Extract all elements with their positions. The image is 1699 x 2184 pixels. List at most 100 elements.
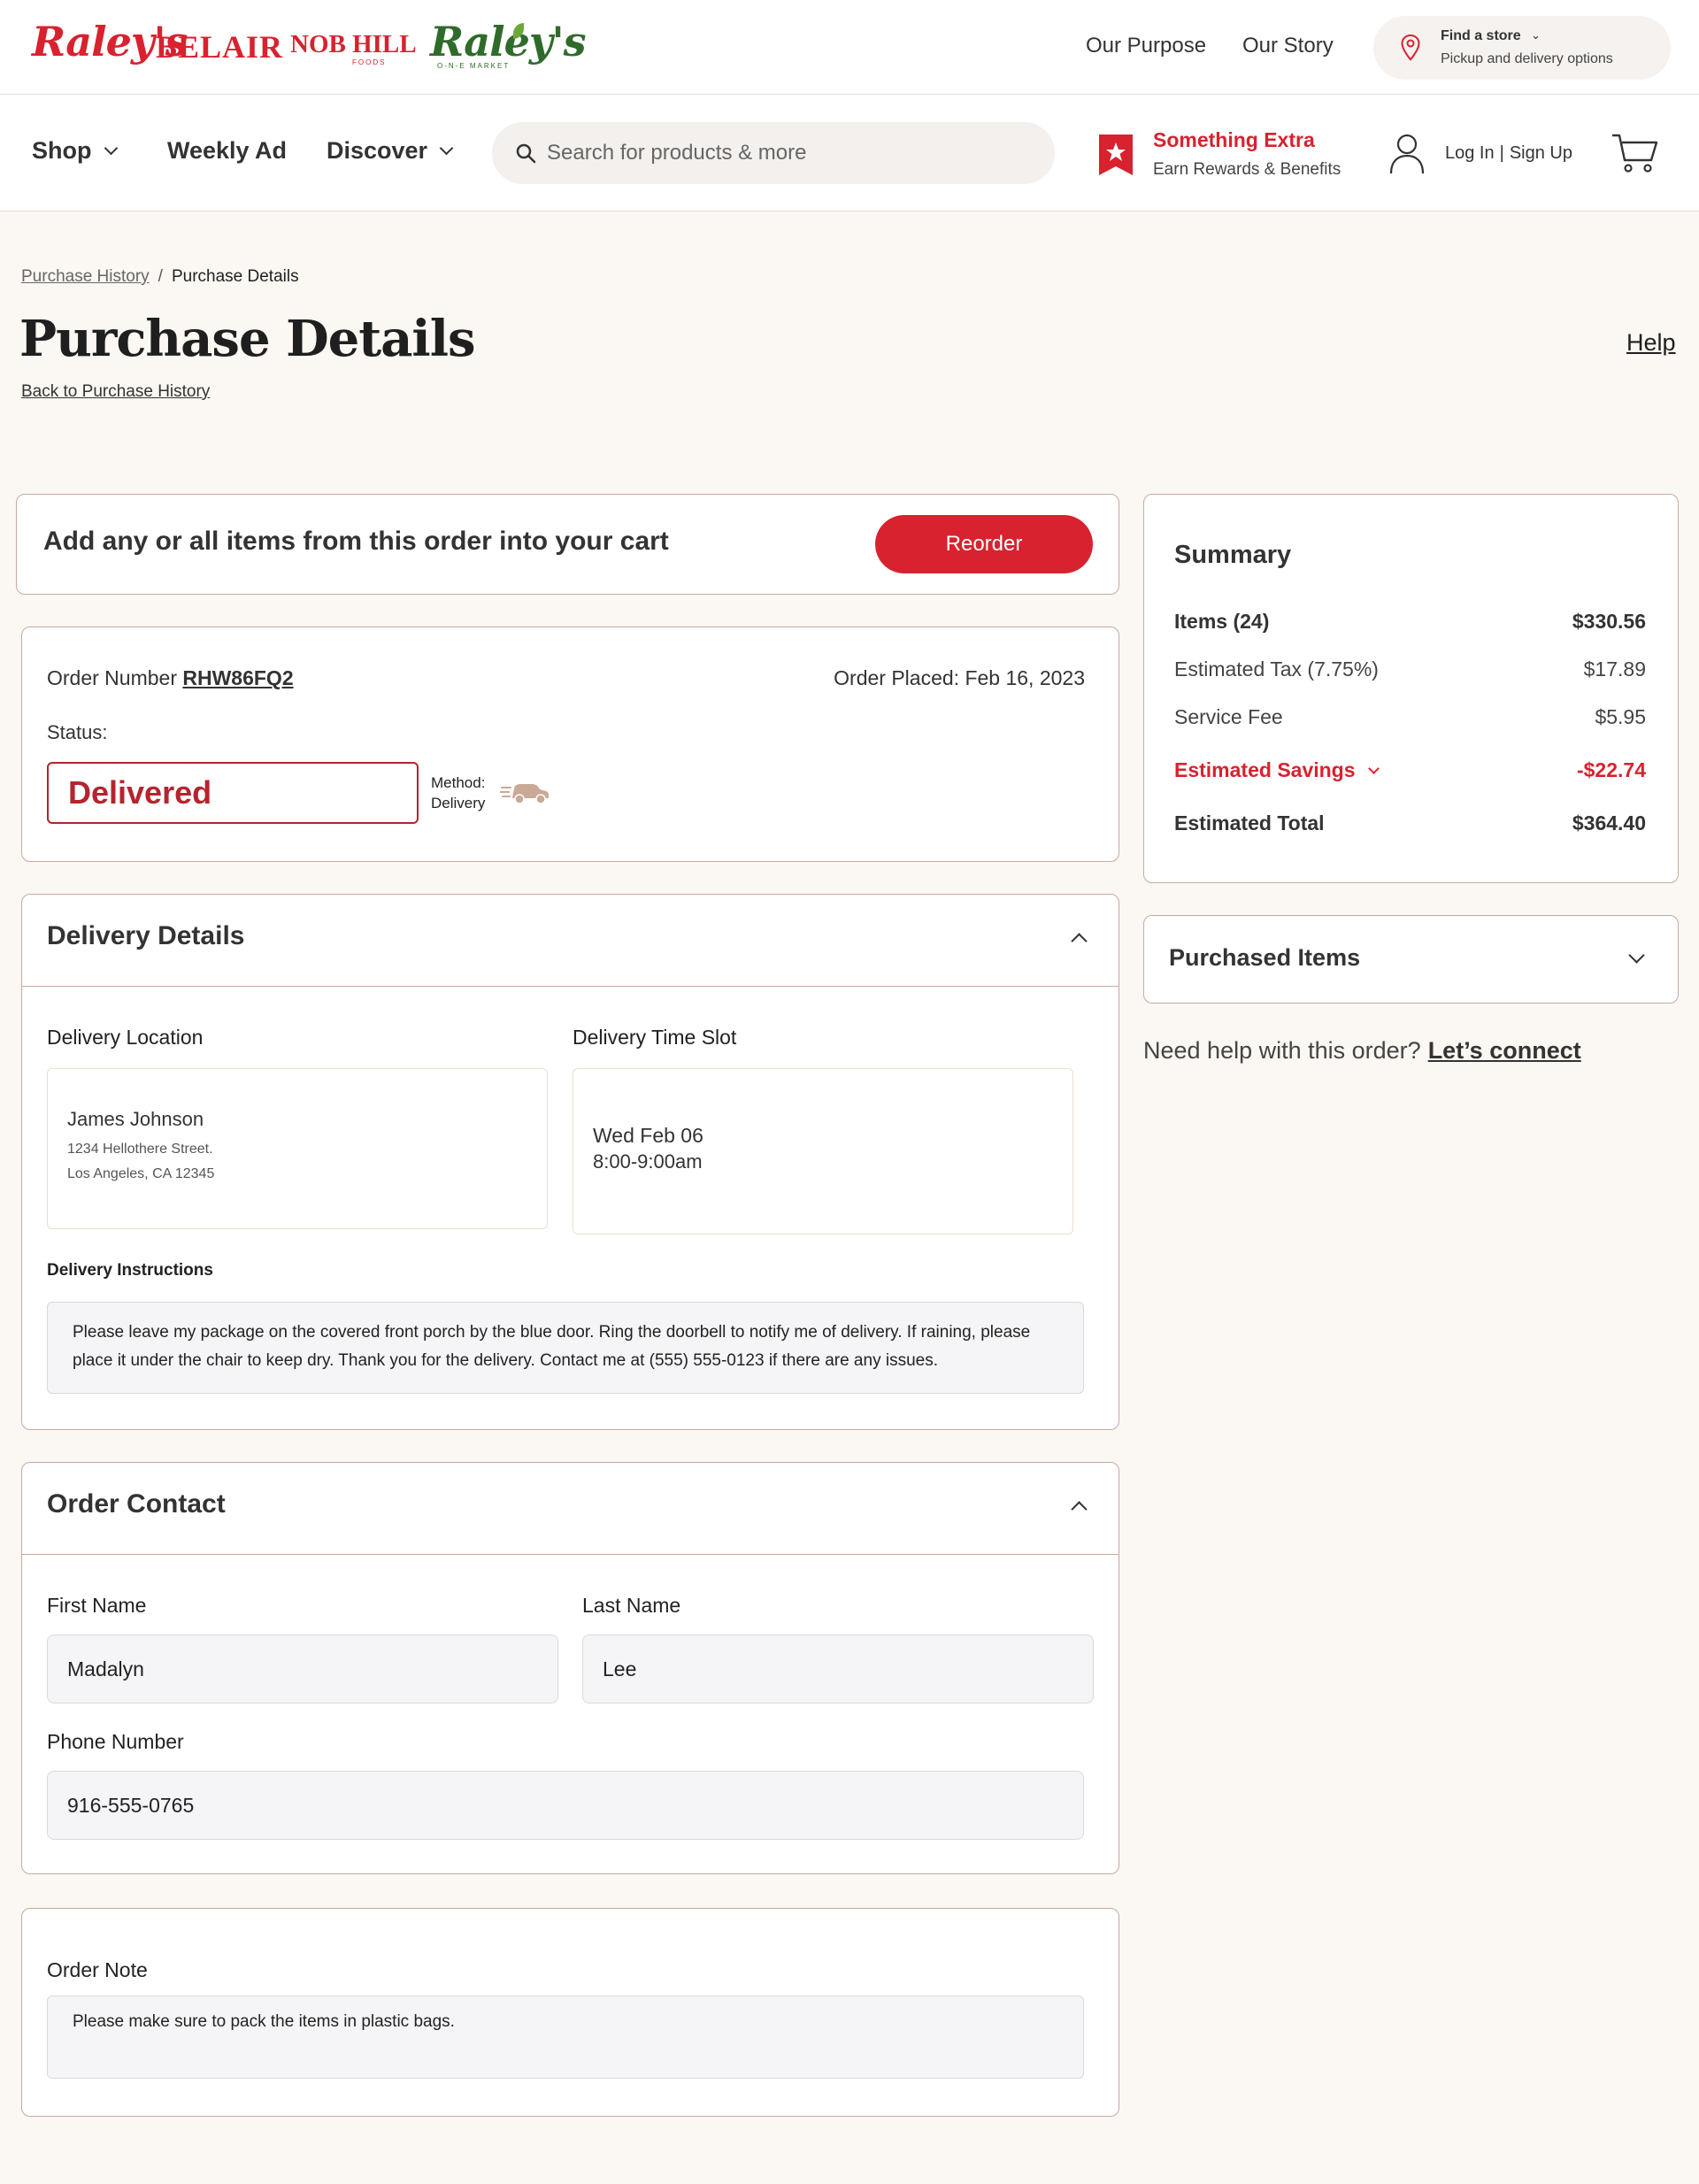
find-store-label: Find a store [1441, 28, 1521, 43]
chevron-up-icon[interactable] [1071, 933, 1088, 950]
breadcrumb-current: Purchase Details [171, 267, 299, 286]
total-label: Estimated Total [1174, 811, 1325, 834]
delivery-time-slot-label: Delivery Time Slot [573, 1026, 737, 1049]
last-name-label: Last Name [582, 1594, 681, 1617]
auth-divider: | [1499, 143, 1504, 163]
delivery-address-box: James Johnson 1234 Hellothere Street. Lo… [47, 1068, 548, 1229]
summary-savings-row[interactable]: Estimated Savings -$22.74 [1174, 758, 1646, 785]
order-placed-date: Order Placed: Feb 16, 2023 [834, 666, 1085, 689]
order-info-card: Order Number RHW86FQ2 Order Placed: Feb … [21, 627, 1119, 862]
search-icon[interactable] [515, 142, 536, 164]
summary-tax-row: Estimated Tax (7.75%) $17.89 [1174, 658, 1646, 684]
reorder-button[interactable]: Reorder [875, 515, 1093, 573]
phone-number-field[interactable]: 916-555-0765 [47, 1771, 1084, 1840]
help-link[interactable]: Help [1626, 329, 1676, 357]
lets-connect-link[interactable]: Let’s connect [1428, 1037, 1581, 1064]
delivery-instructions-field[interactable]: Please leave my package on the covered f… [47, 1302, 1084, 1394]
back-to-history-link[interactable]: Back to Purchase History [21, 382, 210, 402]
delivery-car-icon [500, 784, 549, 804]
address-line-2: Los Angeles, CA 12345 [67, 1166, 215, 1181]
delivery-instructions-label: Delivery Instructions [47, 1261, 213, 1280]
delivery-details-card: Delivery Details Delivery Location James… [21, 894, 1119, 1430]
store-subtitle: Pickup and delivery options [1441, 51, 1613, 66]
one-market-logo-subtitle: O-N-E MARKET [437, 62, 511, 70]
savings-value: -$22.74 [1576, 758, 1646, 781]
tax-label: Estimated Tax (7.75%) [1174, 658, 1379, 681]
discover-menu[interactable]: Discover [327, 137, 454, 165]
time-slot-hours: 8:00-9:00am [593, 1150, 703, 1173]
chevron-down-icon [104, 141, 118, 156]
status-value: Delivered [68, 774, 212, 811]
status-label: Status: [47, 721, 108, 743]
order-number-label: Order Number [47, 666, 177, 689]
savings-toggle[interactable]: Estimated Savings [1174, 758, 1380, 782]
items-count-label: Items (24) [1174, 610, 1270, 633]
address-line-1: 1234 Hellothere Street. [67, 1142, 213, 1157]
help-prompt-text: Need help with this order? [1143, 1037, 1421, 1064]
summary-items-row: Items (24) $330.56 [1174, 610, 1646, 636]
nob-hill-logo[interactable]: NOB HILL [290, 30, 417, 59]
last-name-field[interactable]: Lee [582, 1634, 1094, 1703]
breadcrumb: Purchase History / Purchase Details [21, 267, 299, 287]
find-store-button[interactable]: Find a store ⌄ Pickup and delivery optio… [1373, 16, 1671, 80]
chevron-down-icon: ⌄ [1531, 28, 1541, 42]
main-nav: Shop Weekly Ad Discover Something Extra … [0, 95, 1699, 211]
total-value: $364.40 [1572, 811, 1646, 834]
search-input[interactable] [547, 122, 1042, 184]
status-badge: Delivered [47, 762, 419, 824]
signup-link[interactable]: Sign Up [1510, 143, 1572, 163]
chevron-down-icon [439, 141, 454, 156]
delivery-location-label: Delivery Location [47, 1026, 204, 1049]
chevron-down-icon[interactable] [1628, 947, 1645, 964]
delivery-method: Method: Delivery [431, 773, 485, 813]
recipient-name: James Johnson [67, 1108, 204, 1130]
our-story-link[interactable]: Our Story [1242, 34, 1334, 58]
top-bar: Raley's BELAIR NOB HILL FOODS Raley's O-… [0, 0, 1699, 95]
service-fee-label: Service Fee [1174, 705, 1283, 728]
nob-hill-logo-subtitle: FOODS [352, 58, 387, 66]
cart-icon[interactable] [1611, 132, 1658, 174]
belair-logo[interactable]: BELAIR [156, 28, 283, 65]
raleys-one-market-logo[interactable]: Raley's [430, 18, 587, 65]
order-summary-card: Summary Items (24) $330.56 Estimated Tax… [1143, 494, 1679, 883]
method-label: Method: [431, 774, 486, 791]
order-number-link[interactable]: RHW86FQ2 [182, 666, 293, 689]
order-note-field[interactable]: Please make sure to pack the items in pl… [47, 1996, 1084, 2079]
items-subtotal: $330.56 [1572, 610, 1646, 633]
something-extra-link[interactable]: Something Extra [1153, 128, 1315, 152]
service-fee-value: $5.95 [1595, 705, 1646, 728]
first-name-label: First Name [47, 1594, 147, 1617]
search-bar [492, 122, 1055, 184]
breadcrumb-purchase-history[interactable]: Purchase History [21, 267, 150, 286]
order-number-row: Order Number RHW86FQ2 [47, 666, 294, 690]
weekly-ad-link[interactable]: Weekly Ad [167, 137, 287, 165]
phone-number-label: Phone Number [47, 1730, 184, 1753]
first-name-field[interactable]: Madalyn [47, 1634, 558, 1703]
summary-total-row: Estimated Total $364.40 [1174, 811, 1646, 838]
order-note-card: Order Note Please make sure to pack the … [21, 1908, 1119, 2117]
order-contact-title: Order Contact [47, 1489, 226, 1519]
purchased-items-accordion[interactable]: Purchased Items [1143, 915, 1679, 1004]
our-purpose-link[interactable]: Our Purpose [1086, 34, 1206, 58]
delivery-details-header[interactable]: Delivery Details [22, 895, 1119, 987]
shop-menu[interactable]: Shop [32, 137, 118, 165]
login-link[interactable]: Log In [1445, 143, 1495, 163]
reorder-prompt: Add any or all items from this order int… [43, 527, 669, 556]
page-title: Purchase Details [19, 310, 475, 368]
something-extra-icon[interactable] [1099, 135, 1133, 175]
order-contact-header[interactable]: Order Contact [22, 1463, 1119, 1555]
savings-label: Estimated Savings [1174, 758, 1356, 781]
delivery-time-slot-box: Wed Feb 06 8:00-9:00am [573, 1068, 1073, 1234]
delivery-details-title: Delivery Details [47, 921, 245, 950]
rewards-subtitle: Earn Rewards & Benefits [1153, 160, 1342, 179]
tax-value: $17.89 [1583, 658, 1646, 681]
help-prompt: Need help with this order? Let’s connect [1143, 1037, 1581, 1065]
purchased-items-title: Purchased Items [1169, 944, 1361, 971]
chevron-up-icon[interactable] [1071, 1501, 1088, 1518]
discover-label: Discover [327, 137, 428, 164]
method-value: Delivery [431, 795, 486, 811]
user-icon[interactable] [1389, 133, 1425, 175]
auth-links: Log In | Sign Up [1445, 143, 1572, 164]
reorder-card: Add any or all items from this order int… [16, 494, 1119, 595]
summary-title: Summary [1174, 541, 1292, 569]
